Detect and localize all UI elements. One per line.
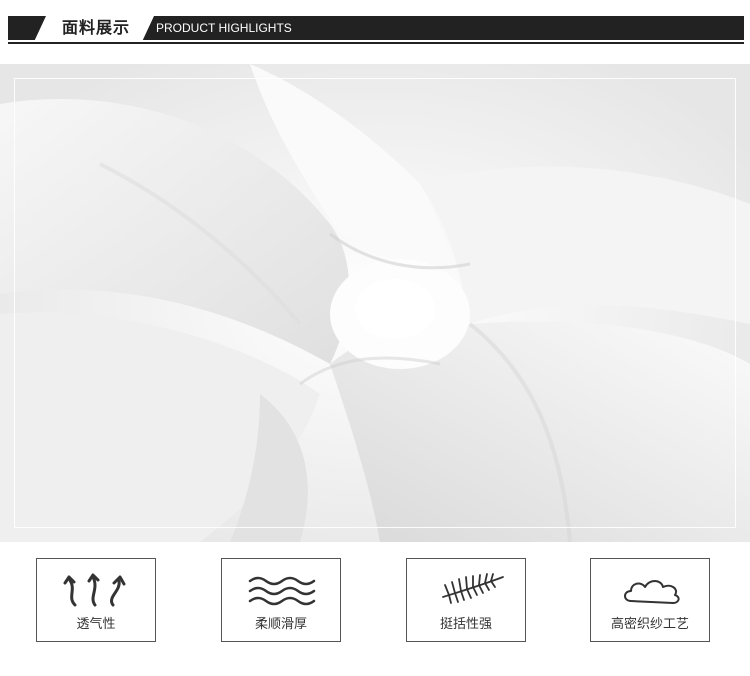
feature-crisp: 挺括性强	[406, 558, 526, 642]
header-title-cn: 面料展示	[62, 18, 131, 37]
feature-label: 高密织纱工艺	[610, 617, 689, 632]
waves-icon	[248, 576, 316, 606]
feature-label: 挺括性强	[439, 617, 492, 632]
feather-icon	[442, 573, 504, 604]
header-underline	[8, 42, 744, 44]
fabric-photo	[0, 64, 750, 542]
feature-label: 柔顺滑厚	[254, 617, 307, 632]
section-header: 面料展示 PRODUCT HIGHLIGHTS	[8, 16, 744, 44]
cloud-icon	[624, 580, 680, 604]
feature-smooth: 柔顺滑厚	[221, 558, 341, 642]
header-title-en: PRODUCT HIGHLIGHTS	[156, 21, 292, 35]
feature-label: 透气性	[76, 617, 116, 632]
breathable-arrows-icon	[63, 573, 126, 607]
feature-breathable: 透气性	[36, 558, 156, 642]
feature-high-density: 高密织纱工艺	[590, 558, 710, 642]
photo-frame	[14, 78, 736, 528]
feature-list: 透气性 柔顺滑厚 挺括性强 高密织纱工艺	[0, 542, 750, 676]
